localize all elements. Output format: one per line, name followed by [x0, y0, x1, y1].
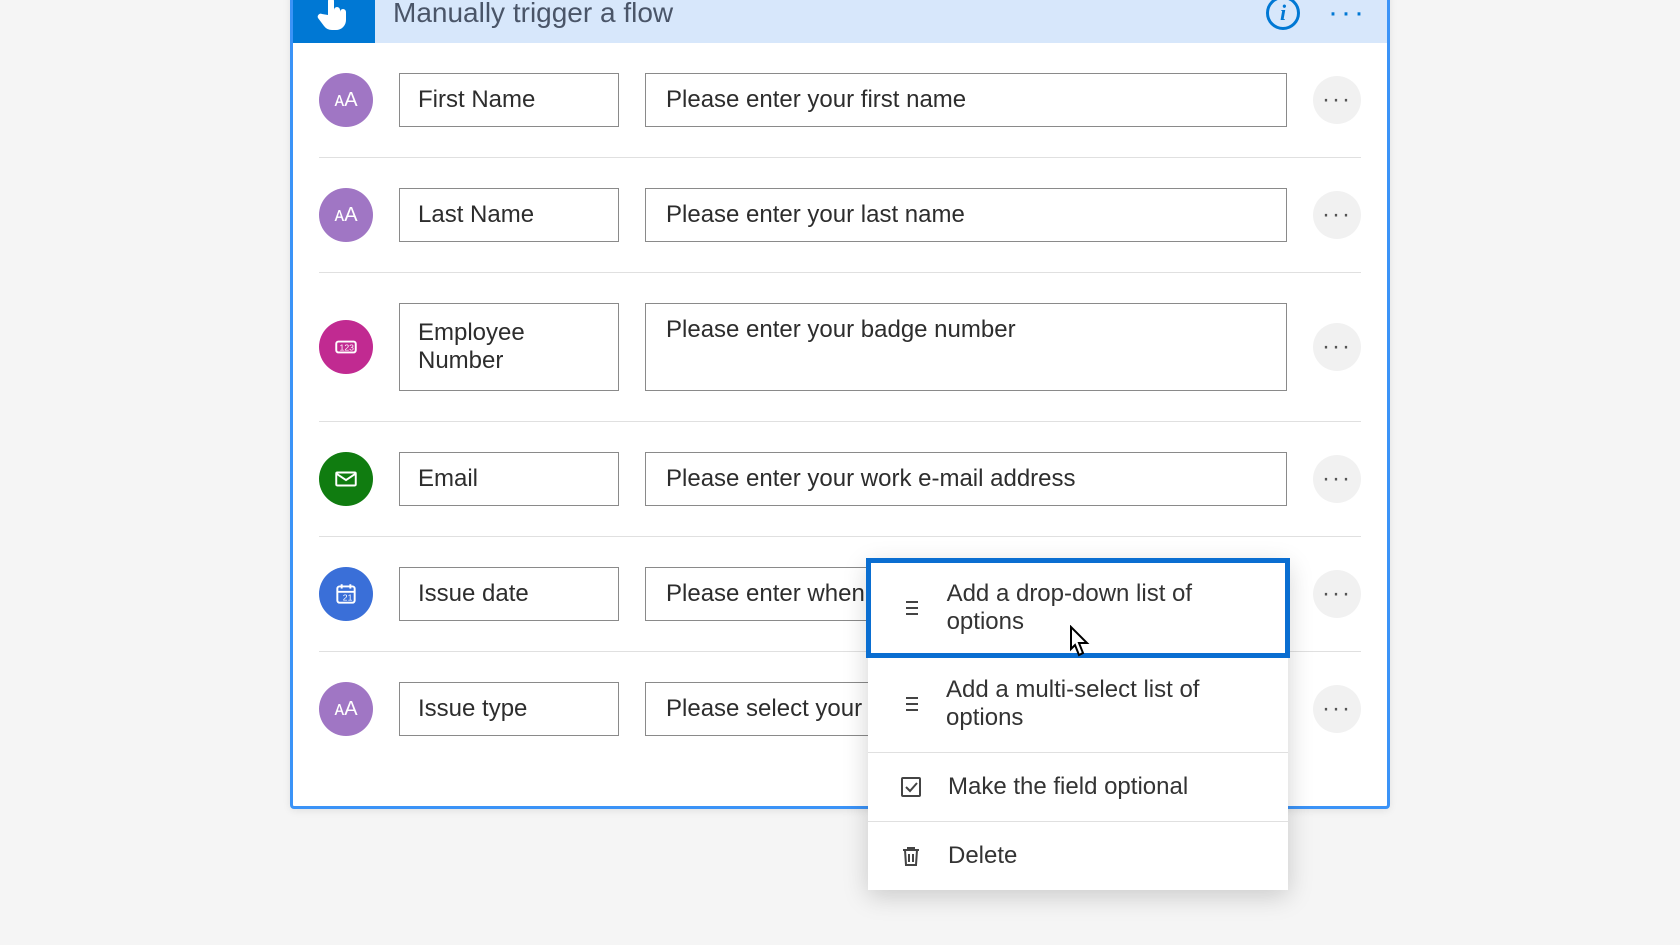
field-name-input[interactable]: Email — [399, 452, 619, 506]
menu-item-label: Add a drop-down list of options — [947, 580, 1258, 636]
list-icon — [898, 595, 923, 621]
row-more-button[interactable]: ··· — [1313, 570, 1361, 618]
hand-pointer-icon — [314, 0, 354, 33]
row-more-button[interactable]: ··· — [1313, 191, 1361, 239]
input-row: 123 Employee Number Please enter your ba… — [319, 273, 1361, 422]
card-title: Manually trigger a flow — [375, 0, 1266, 29]
field-placeholder-input[interactable]: Please enter your badge number — [645, 303, 1287, 391]
svg-text:123: 123 — [340, 342, 355, 352]
text-type-icon: ᴀA — [319, 73, 373, 127]
menu-add-dropdown[interactable]: Add a drop-down list of options — [868, 560, 1288, 656]
email-type-icon — [319, 452, 373, 506]
menu-item-label: Delete — [948, 842, 1017, 870]
field-placeholder-input[interactable]: Please enter your last name — [645, 188, 1287, 242]
menu-item-label: Make the field optional — [948, 773, 1188, 801]
input-row: Email Please enter your work e-mail addr… — [319, 422, 1361, 537]
field-name-input[interactable]: First Name — [399, 73, 619, 127]
card-header-icon — [293, 0, 375, 43]
svg-text:21: 21 — [343, 593, 353, 603]
list-icon — [898, 691, 922, 717]
number-type-icon: 123 — [319, 320, 373, 374]
header-more-button[interactable]: ··· — [1328, 0, 1367, 30]
info-icon[interactable]: i — [1266, 0, 1300, 30]
trash-icon — [898, 843, 924, 869]
text-type-icon: ᴀA — [319, 188, 373, 242]
checkbox-icon — [898, 774, 924, 800]
field-placeholder-input[interactable]: Please enter your work e-mail address — [645, 452, 1287, 506]
field-name-input[interactable]: Issue type — [399, 682, 619, 736]
menu-delete[interactable]: Delete — [868, 822, 1288, 890]
row-more-button[interactable]: ··· — [1313, 455, 1361, 503]
date-type-icon: 21 — [319, 567, 373, 621]
row-more-button[interactable]: ··· — [1313, 685, 1361, 733]
menu-item-label: Add a multi-select list of options — [946, 676, 1258, 732]
menu-make-optional[interactable]: Make the field optional — [868, 753, 1288, 821]
field-context-menu: Add a drop-down list of options Add a mu… — [868, 560, 1288, 890]
card-header: Manually trigger a flow i ··· — [293, 0, 1387, 43]
field-name-input[interactable]: Last Name — [399, 188, 619, 242]
field-name-input[interactable]: Issue date — [399, 567, 619, 621]
text-type-icon: ᴀA — [319, 682, 373, 736]
input-row: ᴀA First Name Please enter your first na… — [319, 43, 1361, 158]
row-more-button[interactable]: ··· — [1313, 76, 1361, 124]
menu-add-multiselect[interactable]: Add a multi-select list of options — [868, 656, 1288, 752]
input-row: ᴀA Last Name Please enter your last name… — [319, 158, 1361, 273]
row-more-button[interactable]: ··· — [1313, 323, 1361, 371]
field-name-input[interactable]: Employee Number — [399, 303, 619, 391]
field-placeholder-input[interactable]: Please enter your first name — [645, 73, 1287, 127]
